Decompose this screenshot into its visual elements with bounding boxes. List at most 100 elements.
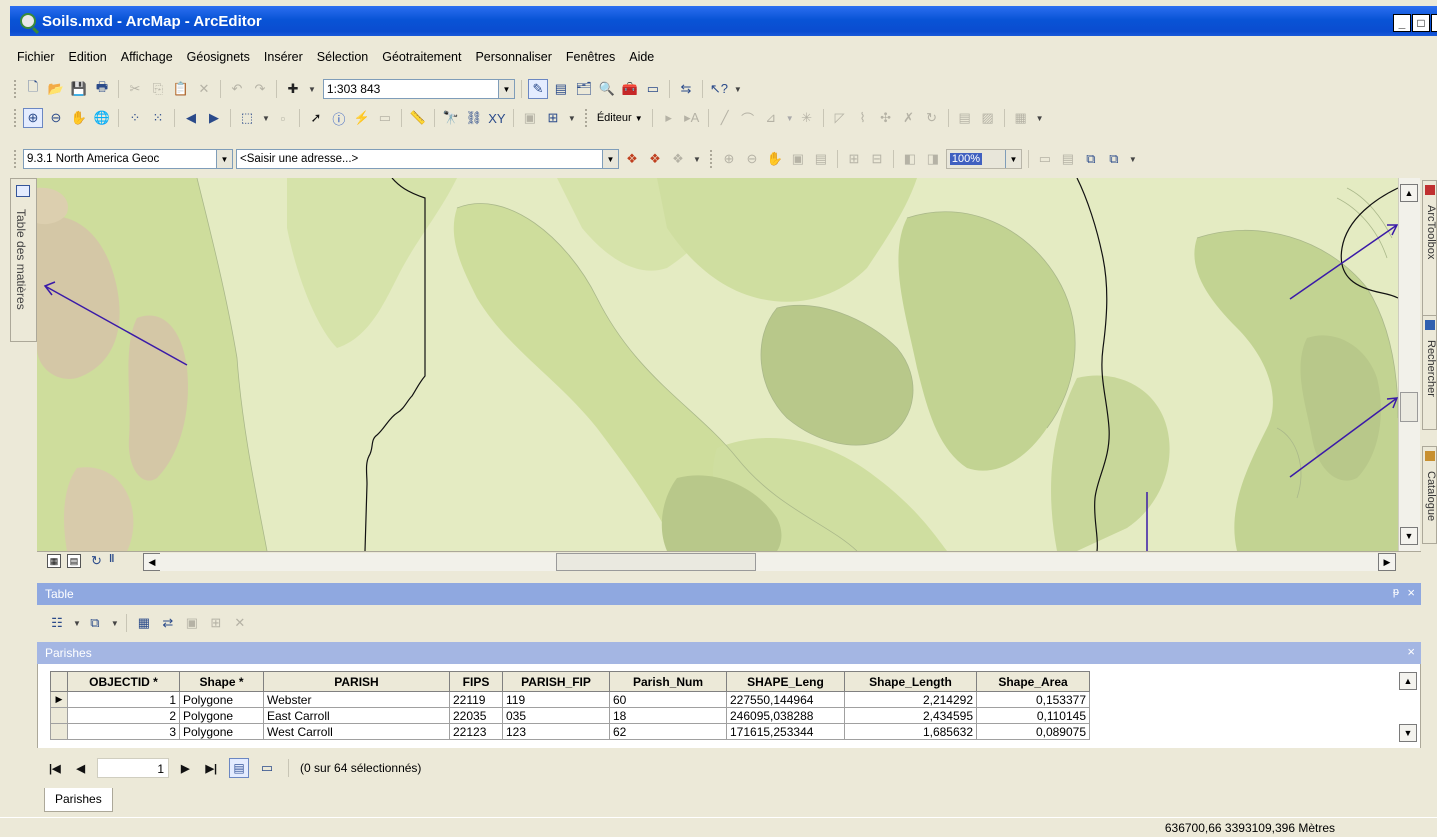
table-cell[interactable]: East Carroll bbox=[263, 707, 450, 724]
refresh-icon[interactable]: ↻ bbox=[91, 553, 102, 569]
sketch-properties-icon[interactable]: ▨ bbox=[978, 108, 998, 128]
scroll-thumb[interactable] bbox=[556, 553, 756, 571]
rotate-icon[interactable]: ↻ bbox=[922, 108, 942, 128]
editor-toolbar-icon[interactable]: ✎ bbox=[527, 79, 548, 99]
column-header[interactable]: SHAPE_Leng bbox=[726, 671, 845, 692]
column-header[interactable]: PARISH_FIP bbox=[502, 671, 610, 692]
map-horizontal-scrollbar[interactable] bbox=[160, 553, 1396, 571]
column-header[interactable]: FIPS bbox=[449, 671, 503, 692]
table-cell[interactable]: 22035 bbox=[449, 707, 503, 724]
last-record-button[interactable]: ▶| bbox=[201, 762, 221, 775]
arctoolbox-tab[interactable]: ArcToolbox bbox=[1422, 180, 1437, 326]
scroll-up-button[interactable]: ▲ bbox=[1399, 672, 1417, 690]
table-cell[interactable]: Polygone bbox=[179, 691, 264, 708]
catalog-window-icon[interactable]: 🗂 bbox=[574, 79, 594, 99]
select-by-attributes-icon[interactable]: ▦ bbox=[134, 613, 154, 633]
table-cell[interactable]: 2,434595 bbox=[844, 707, 977, 724]
column-header[interactable]: OBJECTID * bbox=[67, 671, 180, 692]
menu-geosignets[interactable]: Géosignets bbox=[180, 50, 257, 64]
table-cell[interactable]: 0,089075 bbox=[976, 723, 1090, 740]
menu-inserer[interactable]: Insérer bbox=[257, 50, 310, 64]
menu-selection[interactable]: Sélection bbox=[310, 50, 375, 64]
column-header[interactable]: Parish_Num bbox=[609, 671, 727, 692]
create-features-icon[interactable]: ▦ bbox=[1011, 108, 1031, 128]
menu-fenetres[interactable]: Fenêtres bbox=[559, 50, 622, 64]
table-cell[interactable]: 2,214292 bbox=[844, 691, 977, 708]
edit-annotation-icon[interactable]: ▸A bbox=[682, 108, 702, 128]
table-cell[interactable]: 18 bbox=[609, 707, 727, 724]
editor-menu[interactable]: Éditeur ▼ bbox=[594, 112, 646, 124]
fixed-zoom-out-icon[interactable]: ⁙ bbox=[148, 108, 168, 128]
copy-icon[interactable]: ⎘ bbox=[148, 79, 168, 99]
switch-selection-icon[interactable]: ⇄ bbox=[158, 613, 178, 633]
table-window-titlebar[interactable]: Table ᵽ × bbox=[37, 583, 1421, 605]
undo-icon[interactable]: ↶ bbox=[227, 79, 247, 99]
table-cell[interactable]: 1,685632 bbox=[844, 723, 977, 740]
table-cell[interactable]: 3 bbox=[67, 723, 180, 740]
fixed-zoom-out-layout-icon[interactable]: ⊟ bbox=[867, 149, 887, 169]
grid-vertical-scrollbar[interactable]: ▲ ▼ bbox=[1399, 668, 1419, 746]
table-row[interactable]: 2 Polygone East Carroll 22035 035 18 246… bbox=[50, 707, 1090, 724]
chevron-down-icon[interactable]: ▼ bbox=[602, 150, 618, 168]
table-cell[interactable]: 22119 bbox=[449, 691, 503, 708]
related-tables-icon[interactable]: ⧉ bbox=[85, 613, 105, 633]
save-icon[interactable]: 💾 bbox=[69, 79, 89, 99]
edit-tool-icon[interactable]: ▸ bbox=[659, 108, 679, 128]
edit-vertices-icon[interactable]: ◸ bbox=[830, 108, 850, 128]
table-cell[interactable]: 0,153377 bbox=[976, 691, 1090, 708]
search-window-icon[interactable]: 🔍 bbox=[597, 79, 617, 99]
delete-icon[interactable]: ✕ bbox=[194, 79, 214, 99]
row-selector-header[interactable] bbox=[50, 671, 68, 692]
table-cell[interactable]: 60 bbox=[609, 691, 727, 708]
column-header[interactable]: Shape_Length bbox=[844, 671, 977, 692]
chevron-down-icon[interactable]: ▼ bbox=[1004, 150, 1021, 168]
review-addresses-icon[interactable]: ❖ bbox=[645, 149, 665, 169]
previous-record-button[interactable]: ◀ bbox=[73, 762, 89, 775]
zoom-in-icon[interactable]: ⊕ bbox=[23, 108, 43, 128]
chevron-down-icon[interactable]: ▼ bbox=[497, 80, 514, 98]
layout-zoom-out-icon[interactable]: ⊖ bbox=[742, 149, 762, 169]
layer-table-tab[interactable]: Parishes bbox=[44, 788, 113, 812]
straight-segment-icon[interactable]: ╱ bbox=[715, 108, 735, 128]
forward-extent-icon[interactable]: ▶ bbox=[204, 108, 224, 128]
data-view-button[interactable]: ▦ bbox=[47, 554, 61, 568]
reshape-icon[interactable]: ⌇ bbox=[853, 108, 873, 128]
maximize-button[interactable]: □ bbox=[1412, 14, 1430, 32]
table-cell[interactable]: 246095,038288 bbox=[726, 707, 845, 724]
table-row[interactable]: 3 Polygone West Carroll 22123 123 62 171… bbox=[50, 723, 1090, 740]
menu-edition[interactable]: Edition bbox=[62, 50, 114, 64]
show-all-records-icon[interactable]: ▤ bbox=[229, 758, 250, 778]
model-builder-icon[interactable]: ⇆ bbox=[676, 79, 696, 99]
address-input[interactable]: <Saisir une adresse...> ▼ bbox=[236, 149, 619, 169]
rematch-icon[interactable]: ❖ bbox=[668, 149, 688, 169]
html-popup-icon[interactable]: ▭ bbox=[375, 108, 395, 128]
search-tab[interactable]: Rechercher bbox=[1422, 315, 1437, 430]
scroll-left-button[interactable]: ◀ bbox=[143, 553, 161, 571]
redo-icon[interactable]: ↷ bbox=[250, 79, 270, 99]
row-selector[interactable] bbox=[50, 707, 68, 724]
column-header[interactable]: Shape_Area bbox=[976, 671, 1090, 692]
end-point-arc-icon[interactable]: ⌒ bbox=[738, 108, 758, 128]
row-selector[interactable] bbox=[50, 723, 68, 740]
geocode-address-icon[interactable]: ❖ bbox=[622, 149, 642, 169]
hyperlink-icon[interactable]: ⚡ bbox=[352, 108, 372, 128]
zoom-100-icon[interactable]: ▤ bbox=[811, 149, 831, 169]
back-layout-icon[interactable]: ◧ bbox=[900, 149, 920, 169]
split-icon[interactable]: ✗ bbox=[899, 108, 919, 128]
python-window-icon[interactable]: ▭ bbox=[643, 79, 663, 99]
back-extent-icon[interactable]: ◀ bbox=[181, 108, 201, 128]
toggle-draft-mode-icon[interactable]: ▭ bbox=[1035, 149, 1055, 169]
table-cell[interactable]: 62 bbox=[609, 723, 727, 740]
menu-affichage[interactable]: Affichage bbox=[114, 50, 180, 64]
scroll-down-button[interactable]: ▼ bbox=[1399, 724, 1417, 742]
change-layout-icon[interactable]: ⧉ bbox=[1081, 149, 1101, 169]
close-button[interactable] bbox=[1431, 14, 1437, 32]
cut-icon[interactable]: ✂ bbox=[125, 79, 145, 99]
column-header[interactable]: Shape * bbox=[179, 671, 264, 692]
fixed-zoom-in-layout-icon[interactable]: ⊞ bbox=[844, 149, 864, 169]
layout-zoom-combo[interactable]: 100% ▼ bbox=[945, 149, 1022, 169]
menu-personnaliser[interactable]: Personnaliser bbox=[468, 50, 558, 64]
locator-combo[interactable]: 9.3.1 North America Geoc ▼ bbox=[23, 149, 233, 169]
zoom-whole-page-icon[interactable]: ▣ bbox=[788, 149, 808, 169]
catalog-tab[interactable]: Catalogue bbox=[1422, 446, 1437, 544]
